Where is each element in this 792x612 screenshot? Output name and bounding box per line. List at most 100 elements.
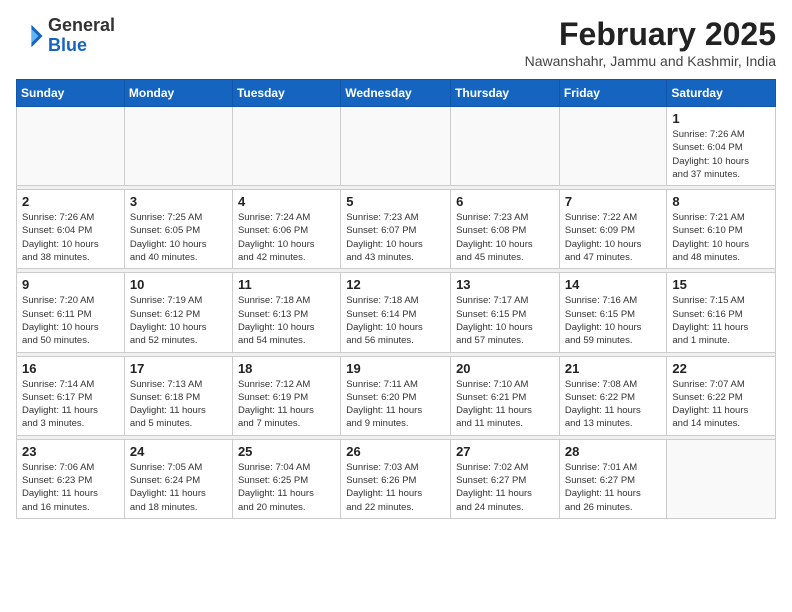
calendar-cell: 24 Sunrise: 7:05 AM Sunset: 6:24 PM Dayli… (124, 439, 232, 518)
week-row-2: 2 Sunrise: 7:26 AM Sunset: 6:04 PM Daylig… (17, 190, 776, 269)
day-info: Sunrise: 7:17 AM Sunset: 6:15 PM Dayligh… (456, 294, 554, 347)
day-number: 4 (238, 194, 335, 209)
week-row-1: 1 Sunrise: 7:26 AM Sunset: 6:04 PM Daylig… (17, 107, 776, 186)
day-number: 26 (346, 444, 445, 459)
weekday-header-row: SundayMondayTuesdayWednesdayThursdayFrid… (17, 80, 776, 107)
day-number: 17 (130, 361, 227, 376)
day-info: Sunrise: 7:19 AM Sunset: 6:12 PM Dayligh… (130, 294, 227, 347)
calendar-cell: 3 Sunrise: 7:25 AM Sunset: 6:05 PM Daylig… (124, 190, 232, 269)
day-number: 8 (672, 194, 770, 209)
location: Nawanshahr, Jammu and Kashmir, India (525, 53, 776, 69)
day-number: 10 (130, 277, 227, 292)
day-info: Sunrise: 7:14 AM Sunset: 6:17 PM Dayligh… (22, 378, 119, 431)
calendar-cell: 23 Sunrise: 7:06 AM Sunset: 6:23 PM Dayli… (17, 439, 125, 518)
day-info: Sunrise: 7:08 AM Sunset: 6:22 PM Dayligh… (565, 378, 662, 431)
day-info: Sunrise: 7:18 AM Sunset: 6:14 PM Dayligh… (346, 294, 445, 347)
day-info: Sunrise: 7:01 AM Sunset: 6:27 PM Dayligh… (565, 461, 662, 514)
calendar-cell (667, 439, 776, 518)
day-info: Sunrise: 7:05 AM Sunset: 6:24 PM Dayligh… (130, 461, 227, 514)
day-info: Sunrise: 7:12 AM Sunset: 6:19 PM Dayligh… (238, 378, 335, 431)
day-number: 12 (346, 277, 445, 292)
day-number: 13 (456, 277, 554, 292)
day-number: 9 (22, 277, 119, 292)
calendar-cell: 15 Sunrise: 7:15 AM Sunset: 6:16 PM Dayli… (667, 273, 776, 352)
calendar-cell: 18 Sunrise: 7:12 AM Sunset: 6:19 PM Dayli… (232, 356, 340, 435)
weekday-header-tuesday: Tuesday (232, 80, 340, 107)
weekday-header-thursday: Thursday (451, 80, 560, 107)
day-info: Sunrise: 7:21 AM Sunset: 6:10 PM Dayligh… (672, 211, 770, 264)
day-info: Sunrise: 7:07 AM Sunset: 6:22 PM Dayligh… (672, 378, 770, 431)
calendar-cell: 7Sunrise: 7:22 AM Sunset: 6:09 PM Daylig… (559, 190, 667, 269)
day-info: Sunrise: 7:24 AM Sunset: 6:06 PM Dayligh… (238, 211, 335, 264)
day-info: Sunrise: 7:04 AM Sunset: 6:25 PM Dayligh… (238, 461, 335, 514)
day-number: 28 (565, 444, 662, 459)
weekday-header-monday: Monday (124, 80, 232, 107)
day-number: 2 (22, 194, 119, 209)
calendar-cell: 10 Sunrise: 7:19 AM Sunset: 6:12 PM Dayli… (124, 273, 232, 352)
day-info: Sunrise: 7:18 AM Sunset: 6:13 PM Dayligh… (238, 294, 335, 347)
logo-text: General Blue (48, 16, 115, 56)
day-info: Sunrise: 7:25 AM Sunset: 6:05 PM Dayligh… (130, 211, 227, 264)
calendar-cell (341, 107, 451, 186)
calendar-cell: 25 Sunrise: 7:04 AM Sunset: 6:25 PM Dayli… (232, 439, 340, 518)
calendar-cell: 5 Sunrise: 7:23 AM Sunset: 6:07 PM Daylig… (341, 190, 451, 269)
calendar-cell: 16Sunrise: 7:14 AM Sunset: 6:17 PM Dayli… (17, 356, 125, 435)
day-number: 15 (672, 277, 770, 292)
calendar-cell: 4 Sunrise: 7:24 AM Sunset: 6:06 PM Daylig… (232, 190, 340, 269)
logo-general: General (48, 15, 115, 35)
logo-blue: Blue (48, 35, 87, 55)
calendar-cell: 20 Sunrise: 7:10 AM Sunset: 6:21 PM Dayli… (451, 356, 560, 435)
day-number: 6 (456, 194, 554, 209)
day-info: Sunrise: 7:26 AM Sunset: 6:04 PM Dayligh… (672, 128, 770, 181)
day-number: 1 (672, 111, 770, 126)
calendar-cell: 28 Sunrise: 7:01 AM Sunset: 6:27 PM Dayli… (559, 439, 667, 518)
calendar-cell: 19 Sunrise: 7:11 AM Sunset: 6:20 PM Dayli… (341, 356, 451, 435)
calendar-cell: 8 Sunrise: 7:21 AM Sunset: 6:10 PM Daylig… (667, 190, 776, 269)
day-info: Sunrise: 7:15 AM Sunset: 6:16 PM Dayligh… (672, 294, 770, 347)
calendar-cell: 1 Sunrise: 7:26 AM Sunset: 6:04 PM Daylig… (667, 107, 776, 186)
calendar-cell (124, 107, 232, 186)
day-number: 19 (346, 361, 445, 376)
calendar-cell: 17Sunrise: 7:13 AM Sunset: 6:18 PM Dayli… (124, 356, 232, 435)
month-year: February 2025 (525, 16, 776, 53)
day-number: 27 (456, 444, 554, 459)
day-info: Sunrise: 7:23 AM Sunset: 6:07 PM Dayligh… (346, 211, 445, 264)
calendar-cell (451, 107, 560, 186)
calendar-cell: 13 Sunrise: 7:17 AM Sunset: 6:15 PM Dayli… (451, 273, 560, 352)
calendar-cell: 26 Sunrise: 7:03 AM Sunset: 6:26 PM Dayli… (341, 439, 451, 518)
day-info: Sunrise: 7:02 AM Sunset: 6:27 PM Dayligh… (456, 461, 554, 514)
calendar-cell: 12 Sunrise: 7:18 AM Sunset: 6:14 PM Dayli… (341, 273, 451, 352)
day-info: Sunrise: 7:10 AM Sunset: 6:21 PM Dayligh… (456, 378, 554, 431)
day-number: 23 (22, 444, 119, 459)
logo: General Blue (16, 16, 115, 56)
calendar-cell: 9Sunrise: 7:20 AM Sunset: 6:11 PM Daylig… (17, 273, 125, 352)
calendar-cell: 14 Sunrise: 7:16 AM Sunset: 6:15 PM Dayli… (559, 273, 667, 352)
day-number: 5 (346, 194, 445, 209)
day-info: Sunrise: 7:06 AM Sunset: 6:23 PM Dayligh… (22, 461, 119, 514)
calendar-cell: 22 Sunrise: 7:07 AM Sunset: 6:22 PM Dayli… (667, 356, 776, 435)
day-number: 24 (130, 444, 227, 459)
calendar-cell: 6 Sunrise: 7:23 AM Sunset: 6:08 PM Daylig… (451, 190, 560, 269)
day-number: 21 (565, 361, 662, 376)
week-row-4: 16Sunrise: 7:14 AM Sunset: 6:17 PM Dayli… (17, 356, 776, 435)
day-info: Sunrise: 7:11 AM Sunset: 6:20 PM Dayligh… (346, 378, 445, 431)
day-number: 7 (565, 194, 662, 209)
day-number: 20 (456, 361, 554, 376)
day-info: Sunrise: 7:23 AM Sunset: 6:08 PM Dayligh… (456, 211, 554, 264)
day-number: 14 (565, 277, 662, 292)
day-info: Sunrise: 7:26 AM Sunset: 6:04 PM Dayligh… (22, 211, 119, 264)
title-block: February 2025 Nawanshahr, Jammu and Kash… (525, 16, 776, 69)
calendar-cell: 2 Sunrise: 7:26 AM Sunset: 6:04 PM Daylig… (17, 190, 125, 269)
calendar-cell (232, 107, 340, 186)
day-info: Sunrise: 7:16 AM Sunset: 6:15 PM Dayligh… (565, 294, 662, 347)
calendar-table: SundayMondayTuesdayWednesdayThursdayFrid… (16, 79, 776, 519)
day-number: 3 (130, 194, 227, 209)
weekday-header-friday: Friday (559, 80, 667, 107)
calendar-cell (559, 107, 667, 186)
day-number: 18 (238, 361, 335, 376)
day-number: 25 (238, 444, 335, 459)
day-number: 22 (672, 361, 770, 376)
week-row-5: 23 Sunrise: 7:06 AM Sunset: 6:23 PM Dayli… (17, 439, 776, 518)
weekday-header-sunday: Sunday (17, 80, 125, 107)
day-info: Sunrise: 7:03 AM Sunset: 6:26 PM Dayligh… (346, 461, 445, 514)
